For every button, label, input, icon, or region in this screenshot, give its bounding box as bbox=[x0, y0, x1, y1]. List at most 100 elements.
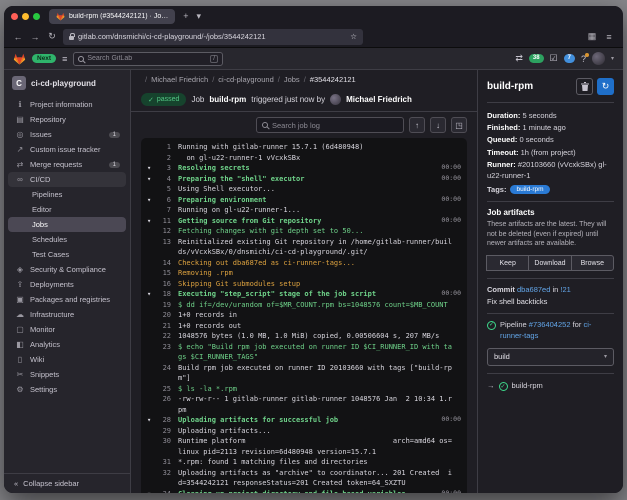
log-line-number[interactable]: 5 bbox=[156, 184, 171, 195]
log-line-number[interactable]: 31 bbox=[156, 457, 171, 468]
sidebar-item[interactable]: ◈ Security & Compliance bbox=[8, 262, 126, 277]
log-line-number[interactable]: 28 bbox=[156, 415, 171, 426]
log-line-number[interactable]: 29 bbox=[156, 426, 171, 437]
author-avatar[interactable] bbox=[330, 94, 342, 105]
sidebar-item[interactable]: ▤ Repository bbox=[8, 112, 126, 127]
collapse-section-chevron-icon[interactable]: ▾ bbox=[147, 489, 156, 494]
sidebar-item[interactable]: Test Cases bbox=[8, 247, 126, 262]
merge-requests-count-badge[interactable]: 38 bbox=[528, 54, 544, 63]
scroll-top-button[interactable]: ↑ bbox=[409, 117, 425, 133]
status-badge[interactable]: ✓ passed bbox=[141, 93, 187, 106]
log-line-number[interactable]: 4 bbox=[156, 174, 171, 185]
extensions-icon[interactable]: ▦ bbox=[586, 31, 598, 42]
breadcrumb-item[interactable]: ci-cd-playground bbox=[208, 75, 273, 84]
sidebar-item[interactable]: Jobs bbox=[8, 217, 126, 232]
log-line-number[interactable]: 34 bbox=[156, 489, 171, 494]
browser-menu-icon[interactable]: ≡ bbox=[603, 32, 615, 42]
sidebar-item[interactable]: ▣ Packages and registries bbox=[8, 292, 126, 307]
log-line-number[interactable]: 14 bbox=[156, 258, 171, 269]
new-tab-button[interactable]: + bbox=[183, 11, 188, 21]
sidebar-item[interactable]: ↗ Custom issue tracker bbox=[8, 142, 126, 157]
erase-log-button[interactable] bbox=[576, 78, 593, 95]
breadcrumb-item[interactable]: #3544242121 bbox=[300, 75, 356, 84]
forward-icon[interactable]: → bbox=[29, 32, 41, 42]
author-name[interactable]: Michael Friedrich bbox=[346, 95, 412, 104]
sidebar-item[interactable]: ▯ Wiki bbox=[8, 352, 126, 367]
pipeline-job-item[interactable]: → ✓ build-rpm bbox=[487, 372, 614, 391]
log-line-number[interactable]: 3 bbox=[156, 163, 171, 174]
log-line-number[interactable]: 19 bbox=[156, 300, 171, 311]
window-close-button[interactable] bbox=[11, 12, 18, 20]
user-menu-caret-icon[interactable]: ▾ bbox=[611, 55, 614, 62]
breadcrumb-item[interactable]: Michael Friedrich bbox=[141, 75, 208, 84]
global-search[interactable]: / bbox=[73, 51, 224, 66]
sidebar-item[interactable]: ⇪ Deployments bbox=[8, 277, 126, 292]
todos-count-badge[interactable]: 7 bbox=[563, 54, 575, 63]
merge-request-link[interactable]: !21 bbox=[560, 285, 570, 294]
collapse-section-chevron-icon[interactable]: ▾ bbox=[147, 216, 156, 227]
pipeline-id-link[interactable]: #736404252 bbox=[529, 320, 571, 329]
sidebar-item[interactable]: Schedules bbox=[8, 232, 126, 247]
merge-requests-icon[interactable]: ⇄ bbox=[515, 53, 523, 64]
user-avatar[interactable] bbox=[591, 52, 605, 65]
menu-icon[interactable]: ≡ bbox=[62, 54, 67, 64]
breadcrumb-item[interactable]: Jobs bbox=[274, 75, 300, 84]
sidebar-item[interactable]: ⚙ Settings bbox=[8, 382, 126, 397]
log-line-number[interactable]: 1 bbox=[156, 142, 171, 153]
project-header[interactable]: C ci-cd-playground bbox=[4, 70, 130, 96]
artifact-action-button[interactable]: Browse bbox=[570, 255, 614, 272]
address-bar[interactable]: gitlab.com/dnsmichi/ci-cd-playground/-/j… bbox=[63, 28, 363, 45]
log-line-number[interactable]: 23 bbox=[156, 342, 171, 353]
log-line-number[interactable]: 11 bbox=[156, 216, 171, 227]
log-line-number[interactable]: 7 bbox=[156, 205, 171, 216]
window-zoom-button[interactable] bbox=[33, 12, 40, 20]
collapse-section-chevron-icon[interactable]: ▾ bbox=[147, 289, 156, 300]
sidebar-item[interactable]: ◎ Issues 1 bbox=[8, 127, 126, 142]
collapse-section-chevron-icon[interactable]: ▾ bbox=[147, 174, 156, 185]
collapse-section-chevron-icon[interactable]: ▾ bbox=[147, 163, 156, 174]
log-line-number[interactable]: 12 bbox=[156, 226, 171, 237]
stage-dropdown[interactable]: build ▾ bbox=[487, 347, 614, 366]
log-line-number[interactable]: 22 bbox=[156, 331, 171, 342]
browser-tab[interactable]: build-rpm (#3544242121) · Jo… bbox=[49, 8, 176, 24]
sidebar-item[interactable]: ☁ Infrastructure bbox=[8, 307, 126, 322]
artifact-action-button[interactable]: Keep bbox=[486, 255, 530, 272]
sidebar-item[interactable]: ✂ Snippets bbox=[8, 367, 126, 382]
bookmark-star-icon[interactable]: ☆ bbox=[350, 32, 357, 41]
window-minimize-button[interactable] bbox=[22, 12, 29, 20]
sidebar-item[interactable]: ℹ Project information bbox=[8, 97, 126, 112]
log-line-number[interactable]: 26 bbox=[156, 394, 171, 405]
log-line-number[interactable]: 24 bbox=[156, 363, 171, 374]
sidebar-item[interactable]: ⇄ Merge requests 1 bbox=[8, 157, 126, 172]
help-icon[interactable]: ? bbox=[581, 52, 589, 64]
log-search[interactable] bbox=[256, 117, 404, 133]
log-line-number[interactable]: 32 bbox=[156, 468, 171, 479]
log-line-number[interactable]: 13 bbox=[156, 237, 171, 248]
gitlab-logo[interactable] bbox=[13, 53, 26, 65]
collapse-sidebar-button[interactable]: « Collapse sidebar bbox=[4, 473, 130, 493]
log-line-number[interactable]: 6 bbox=[156, 195, 171, 206]
log-line-number[interactable]: 15 bbox=[156, 268, 171, 279]
sidebar-item[interactable]: ▢ Monitor bbox=[8, 322, 126, 337]
log-line-number[interactable]: 30 bbox=[156, 436, 171, 447]
commit-sha-link[interactable]: dba687ed bbox=[517, 285, 550, 294]
log-line-number[interactable]: 21 bbox=[156, 321, 171, 332]
sidebar-item[interactable]: Editor bbox=[8, 202, 126, 217]
back-icon[interactable]: ← bbox=[12, 32, 24, 42]
log-line-number[interactable]: 2 bbox=[156, 153, 171, 164]
log-line-number[interactable]: 20 bbox=[156, 310, 171, 321]
collapse-section-chevron-icon[interactable]: ▾ bbox=[147, 195, 156, 206]
log-line-number[interactable]: 25 bbox=[156, 384, 171, 395]
log-search-input[interactable] bbox=[272, 120, 398, 130]
tab-list-button[interactable]: ▾ bbox=[197, 11, 202, 22]
retry-job-button[interactable]: ↻ bbox=[597, 78, 614, 95]
artifact-action-button[interactable]: Download bbox=[528, 255, 572, 272]
global-search-input[interactable] bbox=[87, 55, 207, 62]
collapse-section-chevron-icon[interactable]: ▾ bbox=[147, 415, 156, 426]
reload-icon[interactable]: ↻ bbox=[46, 31, 58, 42]
tag-badge[interactable]: build-rpm bbox=[510, 184, 550, 194]
log-line-number[interactable]: 16 bbox=[156, 279, 171, 290]
todos-icon[interactable]: ☑ bbox=[550, 53, 558, 64]
sidebar-item[interactable]: ∞ CI/CD bbox=[8, 172, 126, 187]
sidebar-item[interactable]: ◧ Analytics bbox=[8, 337, 126, 352]
